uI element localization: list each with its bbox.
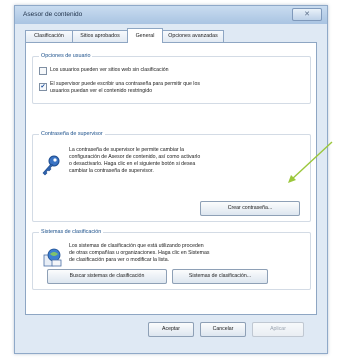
supervisor-password-title: Contraseña de supervisor bbox=[39, 131, 105, 137]
apply-button[interactable]: Aplicar bbox=[252, 322, 304, 337]
tab-clasificacion[interactable]: Clasificación bbox=[25, 30, 73, 42]
tab-general[interactable]: General bbox=[127, 28, 163, 43]
supervisor-password-group: Contraseña de supervisor La contraseña d… bbox=[32, 131, 311, 222]
title-bar[interactable]: Asesor de contenido ✕ bbox=[15, 6, 327, 24]
rating-desc-line1: Los sistemas de clasificación que está u… bbox=[69, 243, 204, 249]
create-password-button[interactable]: Crear contraseña... bbox=[200, 201, 300, 216]
rating-desc-line2: de otras compañías u organizaciones. Hag… bbox=[69, 250, 210, 256]
user-options-group: Opciones de usuario Los usuarios pueden … bbox=[32, 53, 311, 104]
tab-opciones-avanzadas[interactable]: Opciones avanzadas bbox=[162, 30, 224, 42]
tab-strip: Clasificación Sitios aprobados General O… bbox=[25, 28, 317, 43]
supervisor-override-checkbox[interactable]: ✔ bbox=[39, 83, 47, 91]
rating-desc-line3: de clasificación para ver o modificar la… bbox=[69, 257, 170, 263]
rating-systems-title: Sistemas de clasificación bbox=[39, 229, 104, 235]
supervisor-override-label-line1: El supervisor puede escribir una contras… bbox=[50, 81, 200, 87]
allow-unrated-checkbox[interactable] bbox=[39, 67, 47, 75]
supervisor-desc-line4: cambiar la contraseña de supervisor. bbox=[69, 168, 154, 174]
supervisor-desc-line2: configuración de Asesor de contenido, as… bbox=[69, 154, 201, 160]
supervisor-override-label-line2: usuarios puedan ver el contenido restrin… bbox=[50, 88, 153, 94]
key-icon bbox=[42, 155, 60, 176]
user-options-title: Opciones de usuario bbox=[39, 53, 93, 59]
ok-button[interactable]: Aceptar bbox=[148, 322, 194, 337]
rating-systems-icon bbox=[43, 248, 62, 267]
window-title: Asesor de contenido bbox=[23, 11, 83, 18]
cancel-button[interactable]: Cancelar bbox=[200, 322, 246, 337]
tab-sitios-aprobados[interactable]: Sitios aprobados bbox=[72, 30, 128, 42]
find-rating-systems-button[interactable]: Buscar sistemas de clasificación bbox=[47, 269, 167, 284]
supervisor-desc-line1: La contraseña de supervisor le permite c… bbox=[69, 147, 185, 153]
general-tab-panel: Opciones de usuario Los usuarios pueden … bbox=[25, 42, 317, 315]
allow-unrated-label: Los usuarios pueden ver sitios web sin c… bbox=[50, 67, 169, 73]
content-advisor-dialog: Asesor de contenido ✕ Clasificación Siti… bbox=[14, 5, 328, 354]
close-button[interactable]: ✕ bbox=[292, 8, 322, 21]
rating-systems-button[interactable]: Sistemas de clasificación... bbox=[172, 269, 268, 284]
rating-systems-group: Sistemas de clasificación Los sistemas d… bbox=[32, 229, 311, 290]
supervisor-desc-line3: o desactivarlo. Haga clic en el siguient… bbox=[69, 161, 196, 167]
